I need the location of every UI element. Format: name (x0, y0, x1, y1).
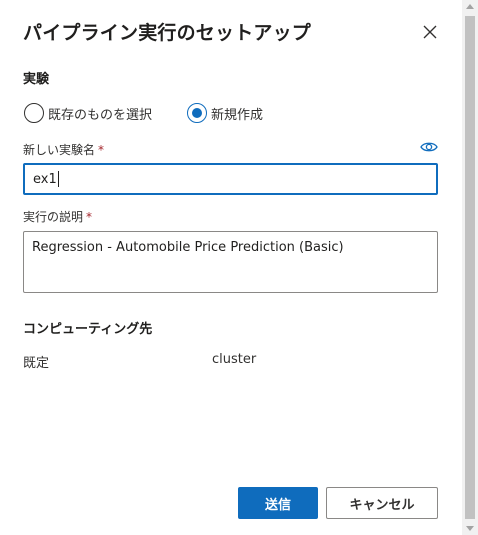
experiment-section-label: 実験 (23, 72, 50, 87)
submit-button[interactable]: 送信 (238, 487, 318, 519)
vertical-scrollbar[interactable] (462, 0, 478, 535)
radio-select-existing[interactable]: 既存のものを選択 (24, 102, 152, 124)
compute-target-value: cluster (212, 352, 257, 367)
run-description-label: 実行の説明 * (23, 208, 92, 225)
dialog-title: パイプライン実行のセットアップ (23, 22, 312, 44)
new-experiment-name-input[interactable]: ex1 (23, 163, 438, 195)
close-icon (423, 25, 437, 39)
radio-create-new[interactable]: 新規作成 (187, 102, 263, 124)
new-experiment-name-label-text: 新しい実験名 (23, 143, 96, 157)
new-experiment-name-value: ex1 (33, 171, 57, 187)
new-experiment-name-label: 新しい実験名 * (23, 141, 104, 158)
compute-target-key: 既定 (23, 356, 50, 371)
cancel-button[interactable]: キャンセル (326, 487, 438, 519)
eye-icon[interactable] (420, 139, 438, 153)
required-marker: * (98, 143, 105, 157)
radio-label-select-existing: 既存のものを選択 (48, 107, 153, 123)
scroll-down-arrow-icon[interactable] (466, 526, 474, 531)
run-description-value: Regression - Automobile Price Prediction… (32, 240, 344, 255)
text-caret (57, 171, 59, 187)
setup-pipeline-run-dialog: パイプライン実行のセットアップ 実験 既存のものを選択 新規作成 新しい実験名 *… (0, 0, 462, 535)
required-marker: * (86, 210, 93, 224)
radio-button-checked[interactable] (187, 103, 207, 123)
run-description-textarea[interactable]: Regression - Automobile Price Prediction… (23, 231, 438, 293)
run-description-label-text: 実行の説明 (23, 210, 84, 224)
compute-target-heading: コンピューティング先 (23, 322, 153, 337)
scroll-up-arrow-icon[interactable] (466, 4, 474, 9)
radio-button-unchecked[interactable] (24, 103, 44, 123)
radio-label-create-new: 新規作成 (211, 107, 264, 123)
scrollbar-thumb[interactable] (465, 16, 475, 519)
close-button[interactable] (420, 22, 440, 42)
